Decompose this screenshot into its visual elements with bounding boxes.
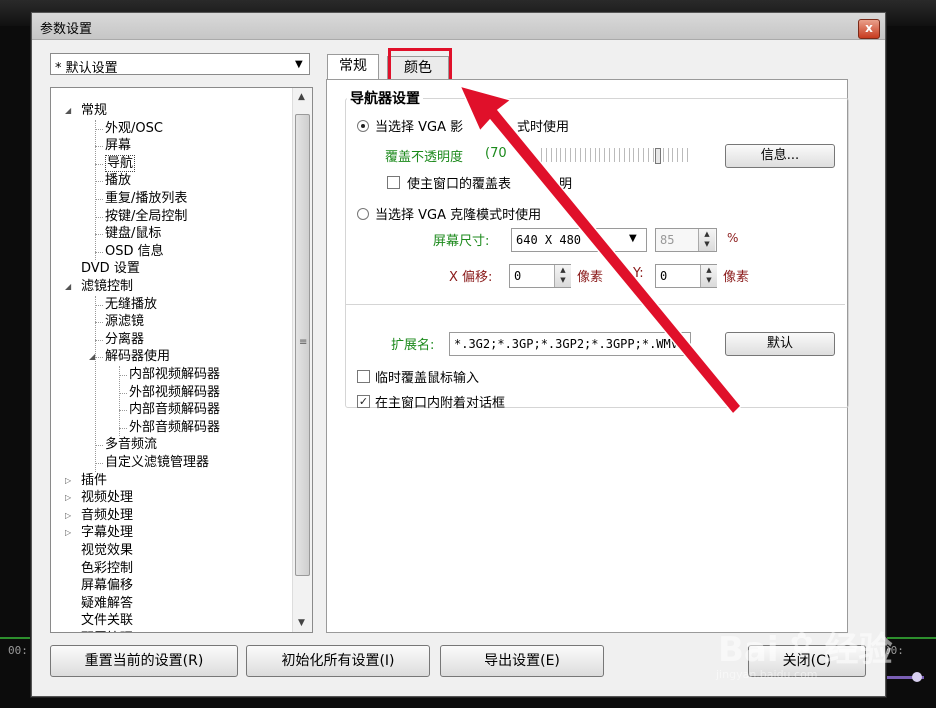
annotation-arrow <box>458 84 743 416</box>
watermark-text: Bai <box>718 630 779 670</box>
arrow-shape <box>458 84 743 416</box>
watermark-url: jingyan.baidu.com <box>716 668 818 681</box>
watermark-text-tail: 经验 <box>824 630 893 670</box>
paw-icon: ✿ <box>790 626 814 659</box>
